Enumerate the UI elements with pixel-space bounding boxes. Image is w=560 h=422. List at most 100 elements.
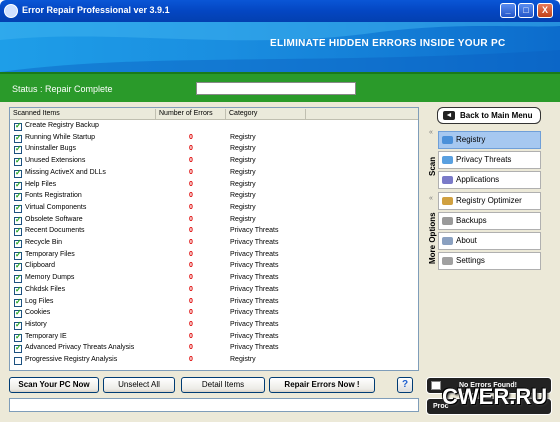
row-checkbox[interactable] [14,226,22,237]
table-row[interactable]: Missing ActiveX and DLLs 0 Registry [10,168,418,180]
help-button[interactable]: ? [397,377,413,393]
row-checkbox[interactable] [14,332,22,342]
row-checkbox[interactable] [14,273,22,284]
table-row[interactable]: Chkdsk Files 0 Privacy Threats [10,285,418,297]
row-checkbox[interactable] [14,144,22,155]
bottom-info-field [9,398,419,412]
table-row[interactable]: Recycle Bin 0 Privacy Threats [10,238,418,250]
row-error-count: 0 [189,215,193,223]
row-item-name: Temporary Files [25,250,75,258]
column-scanned-items[interactable]: Scanned Items [10,109,156,119]
table-row[interactable]: Temporary IE 0 Privacy Threats [10,332,418,344]
row-item-name: Cookies [25,309,51,317]
table-row[interactable]: Recent Documents 0 Privacy Threats [10,226,418,238]
window-title: Error Repair Professional ver 3.9.1 [22,5,170,15]
list-header: Scanned Items Number of Errors Category [10,108,418,120]
back-arrow-icon: ◄ [443,111,455,120]
row-category: Registry [230,203,256,211]
row-category: Privacy Threats [230,239,279,246]
row-checkbox[interactable] [14,180,22,190]
row-category: Privacy Threats [230,250,279,258]
row-checkbox[interactable] [14,191,22,202]
minimize-button[interactable]: _ [500,3,516,18]
row-checkbox[interactable] [14,343,22,354]
sidebar-item-label: Applications [456,175,500,184]
scan-collapse-chevron-icon[interactable]: « [429,129,433,136]
table-row[interactable]: Running While Startup 0 Registry [10,133,418,145]
row-error-count: 0 [189,285,193,293]
table-row[interactable]: Virtual Components 0 Registry [10,203,418,215]
table-row[interactable]: Obsolete Software 0 Registry [10,215,418,227]
row-error-count: 0 [189,239,193,246]
table-row[interactable]: Advanced Privacy Threats Analysis 0 Privac… [10,343,418,355]
row-checkbox[interactable] [14,285,22,295]
row-error-count: 0 [189,274,193,282]
more-options-collapse-chevron-icon[interactable]: « [429,195,433,202]
row-category: Privacy Threats [230,320,279,328]
table-row[interactable]: Help Files 0 Registry [10,180,418,192]
back-to-main-menu-button[interactable]: ◄ Back to Main Menu [437,107,541,124]
row-category: Registry [230,180,256,188]
sidebar-item-registry-optimizer[interactable]: Registry Optimizer [438,192,541,210]
row-category: Privacy Threats [230,344,279,352]
table-row[interactable]: Progressive Registry Analysis 0 Registry [10,355,418,367]
row-error-count: 0 [189,250,193,258]
row-checkbox[interactable] [14,215,22,225]
sidebar-item-backups[interactable]: Backups [438,212,541,230]
row-error-count: 0 [189,262,193,270]
row-checkbox[interactable] [14,203,22,213]
indicator-checkbox [431,381,441,390]
sidebar-item-about[interactable]: About [438,232,541,250]
row-checkbox[interactable] [14,168,22,178]
row-category: Registry [230,133,256,141]
sidebar-item-privacy-threats[interactable]: Privacy Threats [438,151,541,169]
column-number-of-errors[interactable]: Number of Errors [156,109,226,119]
row-error-count: 0 [189,145,193,153]
status-bar: Status : Repair Complete [0,72,560,102]
row-checkbox[interactable] [14,121,22,131]
close-button[interactable]: X [537,3,553,18]
repair-errors-button[interactable]: Repair Errors Now ! [269,377,375,393]
sidebar-item-settings[interactable]: Settings [438,252,541,270]
row-item-name: Advanced Privacy Threats Analysis [25,344,135,352]
unselect-all-button[interactable]: Unselect All [103,377,175,393]
row-checkbox[interactable] [14,261,22,272]
table-row[interactable]: Fonts Registration 0 Registry [10,191,418,203]
table-row[interactable]: Memory Dumps 0 Privacy Threats [10,273,418,285]
row-checkbox[interactable] [14,320,22,330]
row-item-name: Progressive Registry Analysis [25,356,118,363]
row-checkbox[interactable] [14,297,22,307]
table-row[interactable]: Log Files 0 Privacy Threats [10,297,418,309]
row-item-name: Memory Dumps [25,274,75,282]
column-category[interactable]: Category [226,109,306,119]
row-category: Registry [230,168,256,176]
sidebar-item-label: Backups [456,216,487,225]
maximize-button[interactable]: □ [518,3,534,18]
row-error-count: 0 [189,309,193,317]
table-row[interactable]: Cookies 0 Privacy Threats [10,308,418,320]
row-checkbox[interactable] [14,133,22,143]
row-item-name: Running While Startup [25,133,96,141]
row-checkbox[interactable] [14,238,22,248]
banner-slogan: ELIMINATE HIDDEN ERRORS INSIDE YOUR PC [270,38,506,49]
row-category: Privacy Threats [230,309,279,317]
sidebar-item-label: Registry Optimizer [456,196,522,205]
table-row[interactable]: Clipboard 0 Privacy Threats [10,261,418,273]
table-row[interactable]: Unused Extensions 0 Registry [10,156,418,168]
table-row[interactable]: Uninstaller Bugs 0 Registry [10,144,418,156]
scan-pc-button[interactable]: Scan Your PC Now [9,377,99,393]
table-row[interactable]: History 0 Privacy Threats [10,320,418,332]
row-checkbox[interactable] [14,357,22,365]
more-options-section-label: More Options [428,212,437,264]
row-error-count: 0 [189,168,193,176]
scan-items-list[interactable]: Scanned Items Number of Errors Category … [9,107,419,371]
row-checkbox[interactable] [14,156,22,167]
sidebar-item-applications[interactable]: Applications [438,171,541,189]
sidebar-item-registry[interactable]: Registry [438,131,541,149]
table-row[interactable]: Temporary Files 0 Privacy Threats [10,250,418,262]
table-row[interactable]: Create Registry Backup [10,121,418,133]
row-checkbox[interactable] [14,250,22,260]
detail-items-button[interactable]: Detail Items [181,377,265,393]
title-bar: Error Repair Professional ver 3.9.1 _ □ … [0,0,560,22]
row-checkbox[interactable] [14,308,22,319]
